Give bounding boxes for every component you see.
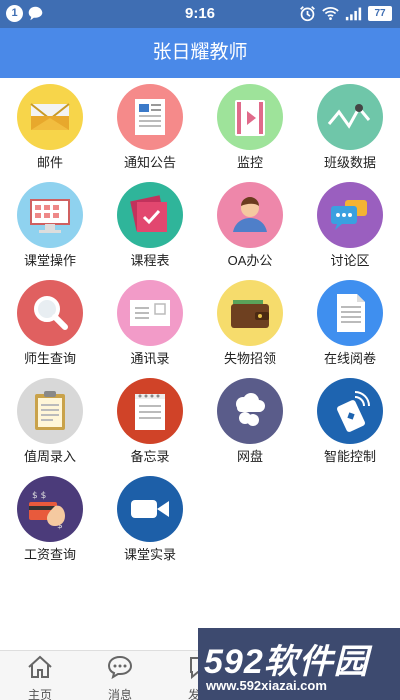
- tile-label: 值周录入: [23, 449, 76, 464]
- tile-label: 工资查询: [23, 547, 76, 562]
- tile-monitor[interactable]: 监控: [200, 78, 300, 176]
- tab-home[interactable]: 主页: [0, 651, 80, 700]
- tile-mail[interactable]: 邮件: [0, 78, 100, 176]
- tab-label: 消息: [107, 688, 132, 700]
- discussion-icon: [317, 182, 383, 248]
- tile-label: OA办公: [227, 253, 273, 268]
- tile-discussion[interactable]: 讨论区: [300, 176, 400, 274]
- tile-label: 备忘录: [130, 449, 170, 464]
- tab-label: 主页: [27, 688, 52, 700]
- classroom-screen-icon: [17, 182, 83, 248]
- tile-label: 在线阅卷: [323, 351, 376, 366]
- tile-duty-entry[interactable]: 值周录入: [0, 372, 100, 470]
- video-camera-icon: [117, 476, 183, 542]
- message-icon: [107, 655, 133, 680]
- tile-classroom[interactable]: 课堂操作: [0, 176, 100, 274]
- monitor-video-icon: [217, 84, 283, 150]
- tile-label: 网盘: [236, 449, 263, 464]
- status-right: 77: [299, 5, 392, 22]
- page-title: 张日耀教师: [0, 28, 400, 78]
- memo-icon: [117, 378, 183, 444]
- tile-label: 邮件: [36, 155, 63, 170]
- wifi-icon: [322, 7, 339, 20]
- document-icon: [317, 280, 383, 346]
- tab-messages[interactable]: 消息: [80, 651, 160, 700]
- mail-icon: [17, 84, 83, 150]
- tile-notice[interactable]: 通知公告: [100, 78, 200, 176]
- tile-search[interactable]: 师生查询: [0, 274, 100, 372]
- tile-oa[interactable]: OA办公: [200, 176, 300, 274]
- remote-control-icon: [317, 378, 383, 444]
- tile-label: 失物招领: [223, 351, 276, 366]
- salary-card-icon: $ $ $: [17, 476, 83, 542]
- status-bar: 1 9:16 77: [0, 0, 400, 28]
- battery-level: 77: [368, 6, 392, 21]
- tile-salary[interactable]: $ $ $ 工资查询: [0, 470, 100, 568]
- tile-class-data[interactable]: 班级数据: [300, 78, 400, 176]
- tile-label: 班级数据: [323, 155, 376, 170]
- notice-icon: [117, 84, 183, 150]
- search-icon: [17, 280, 83, 346]
- svg-text:$ $: $ $: [32, 491, 46, 501]
- watermark-overlay: 592软件园 www.592xiazai.com: [198, 628, 400, 700]
- tile-label: 课堂实录: [123, 547, 176, 562]
- home-icon: [28, 655, 52, 678]
- watermark-brand: 592软件园: [204, 643, 369, 681]
- tile-label: 通知公告: [123, 155, 176, 170]
- class-data-icon: [317, 84, 383, 150]
- clipboard-icon: [17, 378, 83, 444]
- tile-schedule[interactable]: 课程表: [100, 176, 200, 274]
- tile-memo[interactable]: 备忘录: [100, 372, 200, 470]
- tile-label: 课程表: [130, 253, 170, 268]
- signal-icon: [345, 7, 362, 21]
- tile-label: 监控: [236, 155, 263, 170]
- tile-cloud-disk[interactable]: 网盘: [200, 372, 300, 470]
- tile-label: 讨论区: [330, 253, 370, 268]
- tile-smart-control[interactable]: 智能控制: [300, 372, 400, 470]
- schedule-icon: [117, 182, 183, 248]
- tile-label: 课堂操作: [23, 253, 76, 268]
- oa-person-icon: [217, 182, 283, 248]
- watermark-url: www.592xiazai.com: [206, 678, 327, 693]
- tile-label: 师生查询: [23, 351, 76, 366]
- cloud-icon: [217, 378, 283, 444]
- tile-class-recording[interactable]: 课堂实录: [100, 470, 200, 568]
- wallet-icon: [217, 280, 283, 346]
- tile-label: 通讯录: [130, 351, 170, 366]
- alarm-clock-icon: [300, 6, 315, 22]
- tile-lost-found[interactable]: 失物招领: [200, 274, 300, 372]
- tile-online-grading[interactable]: 在线阅卷: [300, 274, 400, 372]
- contacts-icon: [117, 280, 183, 346]
- tile-contacts[interactable]: 通讯录: [100, 274, 200, 372]
- tile-label: 智能控制: [323, 449, 376, 464]
